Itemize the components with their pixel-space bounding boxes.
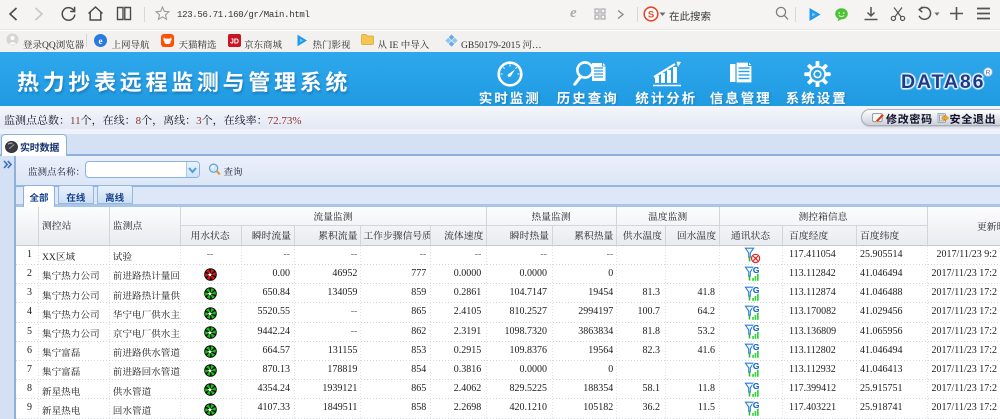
svg-text:e: e bbox=[99, 35, 103, 45]
svg-text:G: G bbox=[753, 286, 760, 295]
svg-text:G: G bbox=[753, 401, 760, 410]
svg-text:JD: JD bbox=[230, 38, 239, 45]
svg-text:G: G bbox=[753, 343, 760, 352]
svg-text:G: G bbox=[753, 362, 760, 371]
svg-text:G: G bbox=[753, 305, 760, 314]
svg-text:G: G bbox=[753, 382, 760, 391]
svg-text:G: G bbox=[753, 324, 760, 333]
svg-text:R: R bbox=[986, 70, 991, 77]
svg-text:G: G bbox=[753, 266, 760, 275]
svg-text:S: S bbox=[648, 9, 654, 20]
